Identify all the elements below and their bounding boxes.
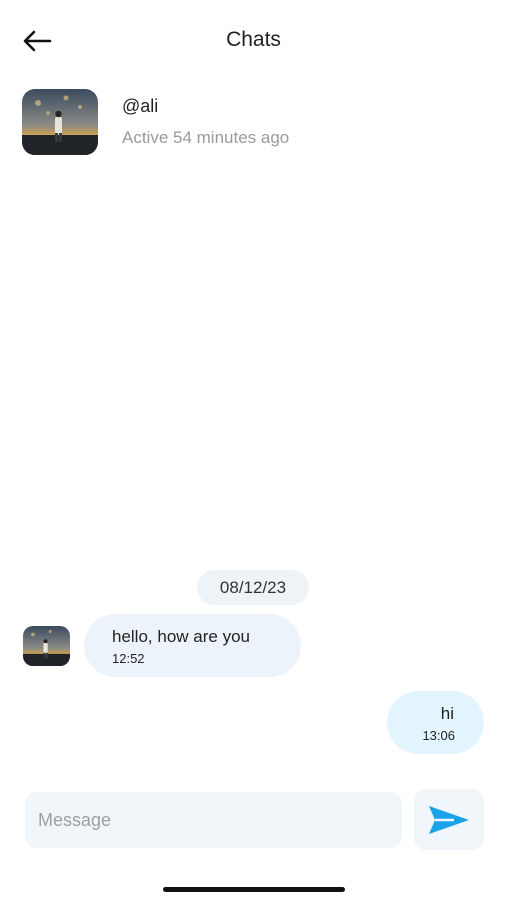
app-header: Chats (0, 0, 507, 82)
message-bubble-outgoing[interactable]: hi 13:06 (387, 691, 484, 754)
date-separator: 08/12/23 (197, 570, 309, 605)
contact-avatar[interactable] (22, 89, 98, 155)
page-title: Chats (226, 28, 281, 51)
contact-status: Active 54 minutes ago (122, 128, 290, 147)
send-button[interactable] (414, 789, 484, 850)
message-text: hi (440, 704, 454, 723)
message-avatar[interactable] (23, 626, 70, 666)
message-input[interactable] (25, 792, 402, 848)
home-indicator (163, 887, 345, 892)
message-time: 13:06 (422, 728, 455, 743)
send-icon (429, 805, 469, 834)
message-text: hello, how are you (112, 627, 250, 646)
message-bubble-incoming[interactable]: hello, how are you 12:52 (84, 614, 301, 677)
contact-header[interactable]: @ali Active 54 minutes ago (22, 89, 487, 157)
message-time: 12:52 (112, 651, 145, 666)
contact-username: @ali (122, 96, 159, 116)
